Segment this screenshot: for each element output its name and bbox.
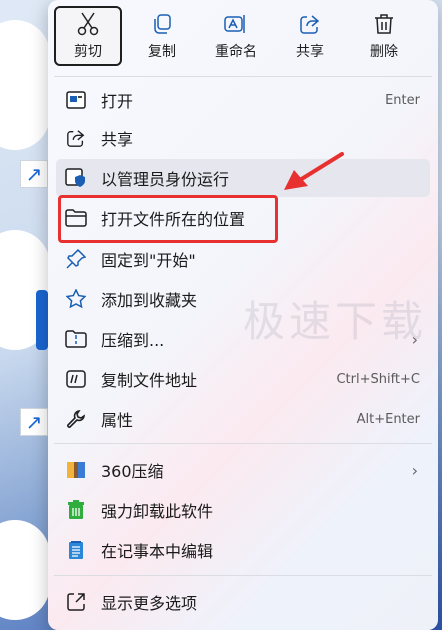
copy-icon (151, 11, 173, 37)
copy-path-icon (65, 368, 87, 390)
shortcut-text: Ctrl+Shift+C (336, 371, 420, 387)
wrench-icon (65, 408, 87, 430)
share-label: 共享 (296, 44, 324, 60)
menu-item-label: 强力卸载此软件 (101, 502, 214, 521)
share-icon (65, 127, 87, 149)
notepad-icon (65, 539, 87, 561)
admin-shield-icon (65, 167, 87, 189)
desktop-icon-fragment (36, 290, 48, 350)
menu-divider (54, 443, 432, 444)
copy-button[interactable]: 复制 (128, 6, 196, 66)
annotation-highlight-box (58, 195, 278, 243)
copy-label: 复制 (148, 44, 176, 60)
star-icon (65, 288, 87, 310)
pin-icon (65, 248, 87, 270)
cut-label: 剪切 (74, 44, 102, 60)
menu-item-label: 属性 (101, 411, 134, 430)
shortcut-arrow-icon[interactable]: ↗ (20, 408, 48, 436)
scissors-icon (77, 11, 99, 37)
menu-item-label: 固定到"开始" (101, 251, 196, 270)
share-button[interactable]: 共享 (276, 6, 344, 66)
shortcut-arrow-icon[interactable]: ↗ (20, 160, 48, 188)
menu-item-label: 共享 (101, 130, 134, 149)
trash-icon (374, 11, 394, 37)
menu-item-open[interactable]: 打开 Enter (56, 81, 430, 119)
shortcut-text: Enter (385, 92, 420, 108)
rename-icon (224, 11, 248, 37)
menu-item-properties[interactable]: 属性 Alt+Enter (56, 400, 430, 438)
menu-item-edit-in-notepad[interactable]: 在记事本中编辑 (56, 531, 430, 569)
menu-item-copy-file-path[interactable]: 复制文件地址 Ctrl+Shift+C (56, 360, 430, 398)
rename-button[interactable]: 重命名 (202, 6, 270, 66)
menu-item-label: 以管理员身份运行 (101, 170, 230, 189)
menu-item-label: 360压缩 (101, 462, 164, 481)
menu-divider (54, 76, 432, 77)
menu-item-label: 显示更多选项 (101, 594, 198, 613)
shortcut-text: Alt+Enter (356, 411, 420, 427)
menu-item-show-more-options[interactable]: 显示更多选项 (56, 583, 430, 621)
watermark-text: 极速下载 (243, 297, 428, 346)
archive-icon (65, 459, 87, 481)
menu-item-label: 打开 (101, 92, 134, 111)
menu-item-label: 复制文件地址 (101, 371, 198, 390)
menu-item-360-zip[interactable]: 360压缩 › (56, 451, 430, 489)
menu-item-share[interactable]: 共享 (56, 119, 430, 157)
annotation-arrow-icon (284, 152, 344, 190)
desktop-background-shape (0, 520, 50, 620)
chevron-right-icon: › (411, 460, 418, 480)
uninstall-trash-icon (65, 499, 87, 521)
cut-button[interactable]: 剪切 (54, 6, 122, 66)
expand-icon (65, 591, 87, 613)
app-window-icon (65, 89, 87, 111)
menu-item-pin-to-start[interactable]: 固定到"开始" (56, 240, 430, 278)
zip-folder-icon (65, 328, 87, 350)
context-toolbar: 剪切 复制 重命名 共享 删除 (54, 6, 418, 66)
menu-divider (54, 575, 432, 576)
rename-label: 重命名 (215, 44, 257, 60)
share-icon (299, 11, 321, 37)
desktop-background-shape (0, 20, 50, 150)
menu-item-force-uninstall[interactable]: 强力卸载此软件 (56, 491, 430, 529)
menu-item-run-as-admin[interactable]: 以管理员身份运行 (56, 159, 430, 197)
delete-button[interactable]: 删除 (350, 6, 418, 66)
context-menu: 剪切 复制 重命名 共享 删除 打开 Enter 共享 以管理员身份运行 打开文… (48, 0, 438, 630)
menu-item-label: 在记事本中编辑 (101, 542, 214, 561)
delete-label: 删除 (370, 44, 398, 60)
